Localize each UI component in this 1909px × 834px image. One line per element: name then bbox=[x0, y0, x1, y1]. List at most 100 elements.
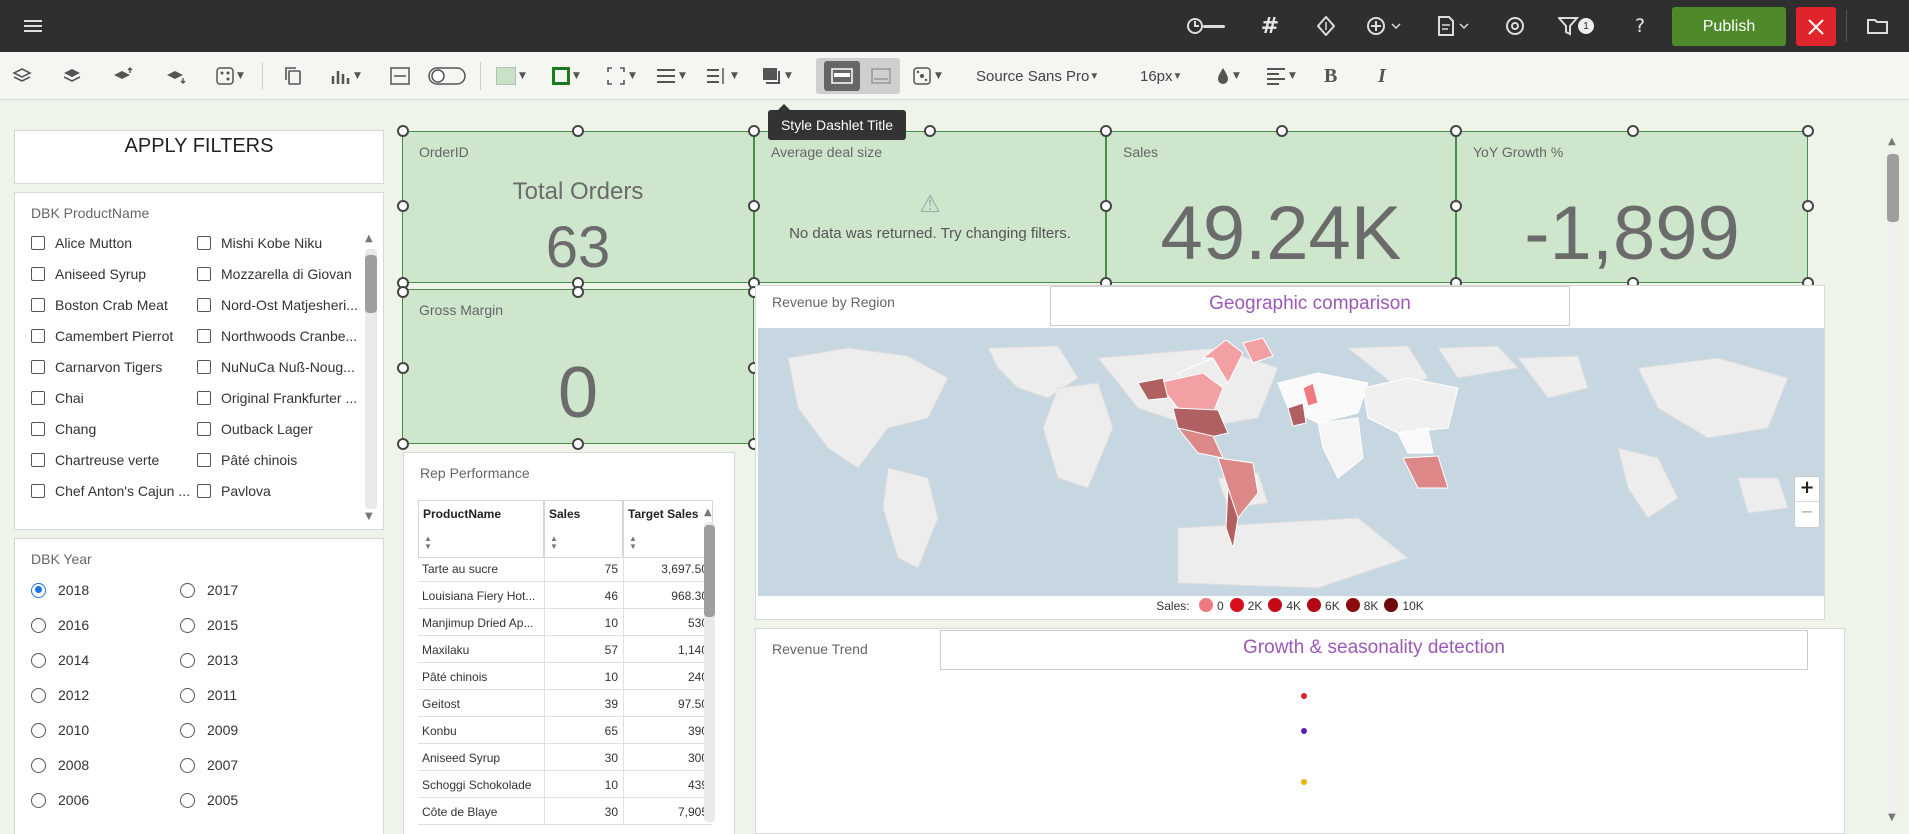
year-radio[interactable]: 2013 bbox=[180, 652, 238, 668]
copy-icon[interactable] bbox=[284, 64, 302, 88]
radio-circle[interactable] bbox=[31, 757, 46, 773]
year-radio[interactable]: 2018 bbox=[31, 582, 89, 598]
year-radio[interactable]: 2011 bbox=[180, 687, 237, 703]
year-radio[interactable]: 2006 bbox=[31, 792, 89, 808]
folder-open-icon[interactable] bbox=[1866, 14, 1890, 38]
checkbox-box[interactable] bbox=[197, 391, 211, 405]
table-row[interactable]: Schoggi Schokolade 10 439 bbox=[418, 771, 712, 798]
resize-handle[interactable] bbox=[1802, 200, 1814, 212]
style-body-button[interactable] bbox=[866, 64, 896, 88]
product-checkbox[interactable]: Camembert Pierrot bbox=[31, 328, 191, 344]
table-scroll-up-icon[interactable]: ▲ bbox=[704, 507, 716, 519]
apply-filters-button[interactable]: APPLY FILTERS bbox=[14, 130, 384, 184]
filter-icon[interactable]: 1 bbox=[1556, 14, 1596, 38]
product-checkbox[interactable]: Nord-Ost Matjesheri... bbox=[197, 297, 357, 313]
table-row[interactable]: Côte de Blaye 30 7,905 bbox=[418, 798, 712, 825]
checkbox-box[interactable] bbox=[31, 453, 45, 467]
year-radio[interactable]: 2007 bbox=[180, 757, 238, 773]
checkbox-box[interactable] bbox=[197, 422, 211, 436]
canvas-scrollbar[interactable] bbox=[1887, 150, 1899, 814]
product-checkbox[interactable]: Chef Anton's Cajun ... bbox=[31, 483, 191, 499]
scroll-down-icon[interactable]: ▼ bbox=[365, 511, 377, 523]
resize-handle[interactable] bbox=[572, 286, 584, 298]
style-title-button[interactable] bbox=[824, 61, 860, 91]
product-checkbox[interactable]: Alice Mutton bbox=[31, 235, 191, 251]
checkbox-box[interactable] bbox=[197, 298, 211, 312]
table-row[interactable]: Louisiana Fiery Hot... 46 968.30 bbox=[418, 582, 712, 609]
resize-handle[interactable] bbox=[924, 125, 936, 137]
radio-circle[interactable] bbox=[31, 792, 46, 808]
line-weight-icon[interactable]: ▼ bbox=[656, 64, 686, 88]
diamond-icon[interactable] bbox=[1315, 14, 1337, 38]
spacing-icon[interactable]: ▼ bbox=[706, 64, 738, 88]
resize-handle[interactable] bbox=[1100, 200, 1112, 212]
checkbox-box[interactable] bbox=[31, 422, 45, 436]
product-checkbox[interactable]: Mozzarella di Giovan bbox=[197, 266, 357, 282]
resize-handle[interactable] bbox=[1450, 200, 1462, 212]
checkbox-box[interactable] bbox=[31, 391, 45, 405]
sales-dashlet[interactable]: Sales 49.24K bbox=[1106, 131, 1456, 283]
trend-point[interactable] bbox=[1301, 728, 1307, 734]
sort-icon[interactable]: ▲ ▼ bbox=[424, 535, 432, 551]
table-row[interactable]: Aniseed Syrup 30 300 bbox=[418, 744, 712, 771]
menu-icon[interactable] bbox=[22, 14, 44, 38]
border-style-icon[interactable]: ▼ bbox=[606, 64, 636, 88]
resize-handle[interactable] bbox=[397, 200, 409, 212]
radio-circle[interactable] bbox=[180, 722, 195, 738]
table-row[interactable]: Manjimup Dried Ap... 10 530 bbox=[418, 609, 712, 636]
radio-circle[interactable] bbox=[31, 722, 46, 738]
product-checkbox[interactable]: Chartreuse verte bbox=[31, 452, 191, 468]
year-radio[interactable]: 2017 bbox=[180, 582, 238, 598]
year-radio[interactable]: 2005 bbox=[180, 792, 238, 808]
grid-hash-icon[interactable]: # bbox=[1258, 14, 1282, 39]
resize-handle[interactable] bbox=[1100, 125, 1112, 137]
resize-handle[interactable] bbox=[748, 125, 760, 137]
resize-handle[interactable] bbox=[572, 125, 584, 137]
radio-circle[interactable] bbox=[180, 582, 195, 598]
publish-button[interactable]: Publish bbox=[1672, 7, 1786, 46]
zoom-in-button[interactable]: + bbox=[1795, 477, 1819, 502]
checkbox-box[interactable] bbox=[197, 236, 211, 250]
page-icon[interactable] bbox=[1435, 14, 1473, 38]
radio-circle[interactable] bbox=[31, 687, 46, 703]
trend-point[interactable] bbox=[1301, 693, 1307, 699]
header-toggle-icon[interactable] bbox=[390, 64, 410, 88]
font-family-select[interactable]: Source Sans Pro ▼ bbox=[976, 64, 1099, 88]
checkbox-box[interactable] bbox=[31, 484, 45, 498]
revenue-trend-dashlet[interactable]: Revenue Trend Growth & seasonality detec… bbox=[755, 628, 1845, 834]
product-checkbox[interactable]: Carnarvon Tigers bbox=[31, 359, 191, 375]
resize-handle[interactable] bbox=[1802, 125, 1814, 137]
resize-handle[interactable] bbox=[1450, 125, 1462, 137]
layers-stack-icon[interactable] bbox=[62, 64, 82, 88]
table-row[interactable]: Tarte au sucre 75 3,697.50 bbox=[418, 555, 712, 582]
checkbox-box[interactable] bbox=[31, 298, 45, 312]
checkbox-box[interactable] bbox=[197, 360, 211, 374]
year-radio[interactable]: 2009 bbox=[180, 722, 238, 738]
year-radio[interactable]: 2015 bbox=[180, 617, 238, 633]
year-radio[interactable]: 2016 bbox=[31, 617, 89, 633]
resize-handle[interactable] bbox=[397, 362, 409, 374]
product-list-scrollbar[interactable] bbox=[365, 249, 377, 509]
checkbox-box[interactable] bbox=[31, 329, 45, 343]
radio-circle[interactable] bbox=[180, 792, 195, 808]
year-radio[interactable]: 2012 bbox=[31, 687, 89, 703]
resize-handle[interactable] bbox=[397, 286, 409, 298]
refresh-cog-icon[interactable] bbox=[1504, 14, 1526, 38]
checkbox-box[interactable] bbox=[197, 267, 211, 281]
product-checkbox[interactable]: Mishi Kobe Niku bbox=[197, 235, 357, 251]
scroll-up-icon[interactable]: ▲ bbox=[365, 233, 377, 245]
year-radio[interactable]: 2014 bbox=[31, 652, 89, 668]
fill-color-icon[interactable]: ▼ bbox=[496, 64, 526, 88]
border-color-icon[interactable]: ▼ bbox=[552, 64, 580, 88]
align-icon[interactable]: ▼ bbox=[1266, 64, 1296, 88]
product-checkbox[interactable]: Outback Lager bbox=[197, 421, 357, 437]
table-row[interactable]: Konbu 65 390 bbox=[418, 717, 712, 744]
product-checkbox[interactable]: Boston Crab Meat bbox=[31, 297, 191, 313]
checkbox-box[interactable] bbox=[197, 329, 211, 343]
shadow-icon[interactable]: ▼ bbox=[762, 64, 792, 88]
sort-icon[interactable]: ▲ ▼ bbox=[550, 535, 558, 551]
yoy-growth-dashlet[interactable]: YoY Growth % -1,899 bbox=[1456, 131, 1808, 283]
total-orders-dashlet[interactable]: OrderID Total Orders 63 bbox=[402, 131, 754, 283]
checkbox-box[interactable] bbox=[31, 360, 45, 374]
product-checkbox[interactable]: Northwoods Cranbe... bbox=[197, 328, 357, 344]
